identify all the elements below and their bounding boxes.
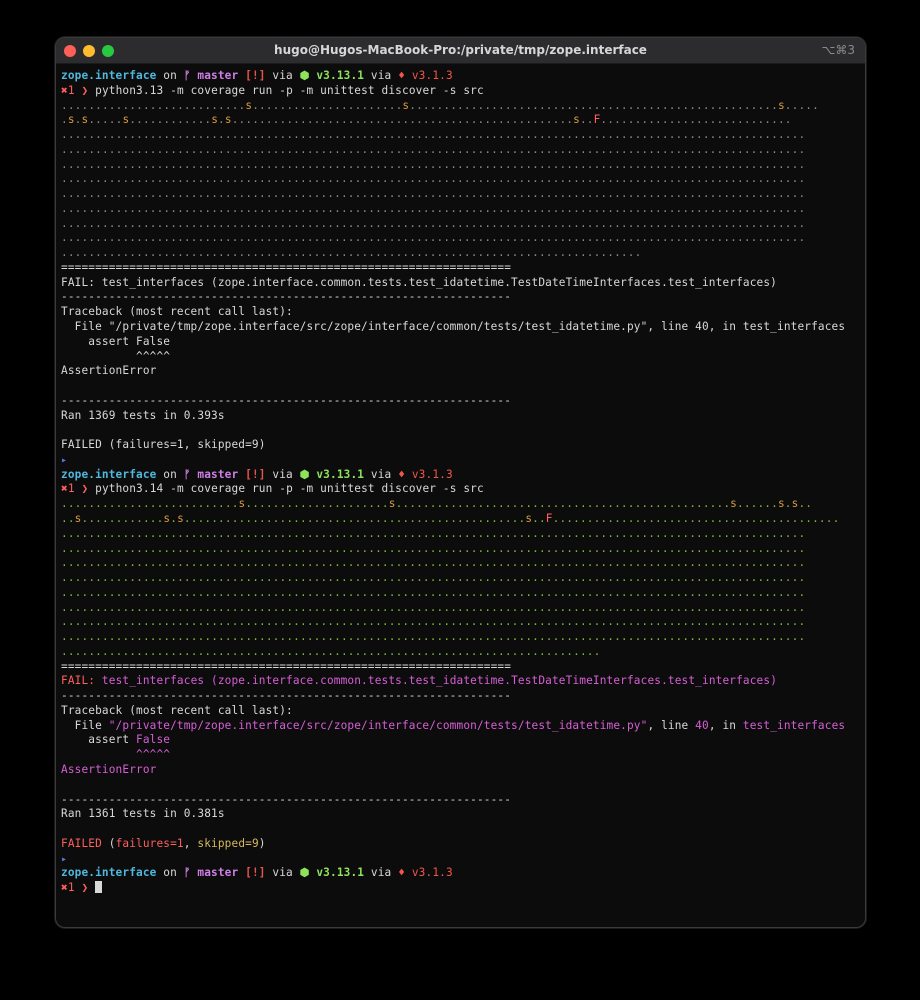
prompt-chevron-icon: ❯: [81, 482, 89, 496]
prompt-directory: zope.interface: [61, 69, 157, 82]
traceback-assert-value: False: [136, 733, 171, 747]
window-title: hugo@Hugos-MacBook-Pro:/private/tmp/zope…: [274, 43, 647, 57]
git-status: [!]: [245, 467, 266, 481]
prompt-line: zope.interface on ᚠ master [!] via ⬢ v3.…: [61, 69, 453, 82]
separator-line: ----------------------------------------…: [61, 393, 512, 407]
traceback-code: assert False: [61, 733, 171, 747]
ruby-version: v3.1.3: [411, 866, 453, 880]
prompt-chevron-icon: ❯: [81, 83, 89, 97]
prompt-mark: ▸: [61, 453, 865, 468]
title-bar: hugo@Hugos-MacBook-Pro:/private/tmp/zope…: [56, 38, 865, 64]
command-line[interactable]: ✖1 ❯: [61, 881, 865, 896]
node-icon: ⬢: [299, 467, 310, 481]
test-summary: Ran 1369 tests in 0.393s: [61, 408, 225, 422]
traceback-file-line: File "/private/tmp/zope.interface/src/zo…: [61, 320, 846, 334]
prompt-mark: ▸: [61, 852, 865, 867]
skipped-count: skipped=9: [197, 836, 259, 850]
prompt-line: zope.interface on ᚠ master [!] via ⬢ v3.…: [61, 467, 453, 481]
test-summary: Ran 1361 tests in 0.381s: [61, 807, 225, 821]
assertion-error: AssertionError: [61, 762, 157, 776]
prompt-marker-icon: ▸: [61, 853, 68, 865]
test-progress-dots: ..........................s.............…: [61, 497, 840, 658]
error-icon: ✖: [61, 881, 68, 895]
traceback-caret: ^^^^^: [61, 748, 171, 762]
exit-code: 1: [67, 881, 75, 895]
traceback-file-path[interactable]: "/private/tmp/zope.interface/src/zope/in…: [109, 719, 648, 732]
prompt-marker-icon: ▸: [61, 454, 68, 466]
node-version: v3.13.1: [316, 69, 365, 82]
node-version: v3.13.1: [316, 467, 365, 481]
git-branch: master: [197, 69, 239, 82]
prompt-line: zope.interface on ᚠ master [!] via ⬢ v3.…: [61, 866, 453, 880]
fail-header: FAIL: test_interfaces (zope.interface.co…: [61, 674, 865, 689]
traceback-line-number: 40: [695, 718, 709, 732]
assertion-error: AssertionError: [61, 364, 157, 378]
git-status: [!]: [245, 866, 266, 880]
git-branch: master: [197, 467, 239, 481]
ruby-icon: ♦: [398, 866, 406, 880]
ruby-icon: ♦: [398, 69, 406, 82]
command-line: ✖1 ❯ python3.13 -m coverage run -p -m un…: [61, 84, 865, 99]
failed-label: FAILED: [61, 836, 102, 850]
node-version: v3.13.1: [316, 866, 365, 880]
traceback-caret: ^^^^^: [61, 349, 171, 363]
git-branch-icon: ᚠ: [183, 866, 191, 880]
window-shortcut: ⌥⌘3: [821, 43, 855, 57]
prompt-directory: zope.interface: [61, 467, 157, 481]
traceback-header: Traceback (most recent call last):: [61, 703, 293, 717]
test-result: FAILED (failures=1, skipped=9): [61, 438, 266, 452]
command-text: python3.14 -m coverage run -p -m unittes…: [95, 482, 484, 496]
git-branch: master: [197, 866, 239, 880]
text-cursor: [95, 881, 103, 894]
test-progress-dots: ...........................s............…: [61, 98, 819, 260]
prompt-directory: zope.interface: [61, 866, 157, 880]
test-result: FAILED (failures=1, skipped=9): [61, 836, 266, 850]
traceback-code: assert False: [61, 334, 171, 348]
separator-line: ========================================…: [61, 260, 512, 274]
traceback-function: test_interfaces: [742, 718, 846, 732]
git-status: [!]: [245, 69, 266, 82]
traceback-header: Traceback (most recent call last):: [61, 305, 293, 319]
ruby-version: v3.1.3: [411, 467, 453, 481]
ruby-version: v3.1.3: [411, 69, 453, 82]
fail-test-name: test_interfaces (zope.interface.common.t…: [95, 674, 778, 688]
separator-line: ----------------------------------------…: [61, 689, 512, 703]
git-branch-icon: ᚠ: [183, 69, 191, 82]
exit-code: 1: [67, 83, 75, 97]
command-text: python3.13 -m coverage run -p -m unittes…: [95, 83, 484, 97]
terminal-output[interactable]: zope.interface on ᚠ master [!] via ⬢ v3.…: [61, 69, 865, 896]
failures-count: failures=1: [115, 836, 184, 850]
exit-code: 1: [67, 482, 75, 496]
fail-header: FAIL: test_interfaces (zope.interface.co…: [61, 275, 777, 289]
terminal-window: hugo@Hugos-MacBook-Pro:/private/tmp/zope…: [55, 37, 866, 928]
prompt-chevron-icon: ❯: [81, 881, 89, 895]
ruby-icon: ♦: [398, 467, 406, 481]
fail-label: FAIL:: [61, 674, 96, 688]
error-icon: ✖: [61, 83, 68, 97]
node-icon: ⬢: [299, 69, 310, 82]
command-line: ✖1 ❯ python3.14 -m coverage run -p -m un…: [61, 482, 865, 497]
separator-line: ----------------------------------------…: [61, 290, 512, 304]
separator-line: ----------------------------------------…: [61, 792, 512, 806]
traceback-file-line: File "/private/tmp/zope.interface/src/zo…: [61, 718, 846, 732]
error-icon: ✖: [61, 482, 68, 496]
separator-line: ========================================…: [61, 659, 512, 673]
git-branch-icon: ᚠ: [183, 467, 191, 481]
node-icon: ⬢: [299, 866, 310, 880]
